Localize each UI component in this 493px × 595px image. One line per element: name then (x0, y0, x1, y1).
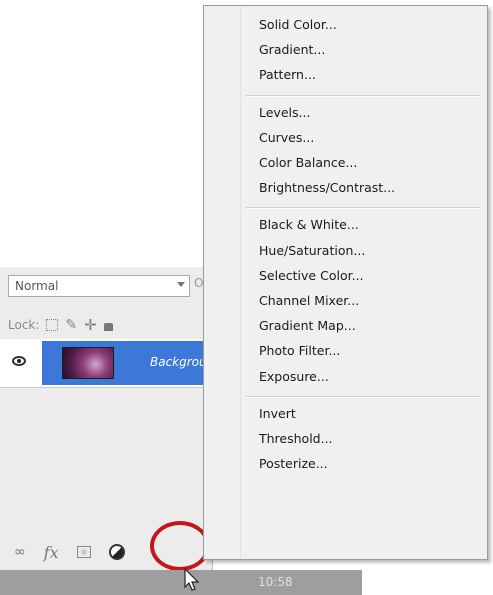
menu-item-brightness-contrast[interactable]: Brightness/Contrast... (259, 179, 395, 197)
menu-item-hue-saturation[interactable]: Hue/Saturation... (259, 242, 365, 260)
layer-row-background[interactable]: Background (0, 339, 222, 388)
layer-mask-icon[interactable] (76, 546, 91, 558)
lock-row: Lock: ✎ ✛ (8, 315, 113, 335)
adjustment-layer-icon[interactable] (108, 544, 125, 560)
adjustment-layer-menu: Solid Color... Gradient... Pattern... Level… (203, 5, 488, 560)
menu-item-channel-mixer[interactable]: Channel Mixer... (259, 292, 359, 310)
menu-item-invert[interactable]: Invert (259, 405, 296, 423)
status-bar: 10:58 (0, 570, 362, 595)
status-time: 10:58 (258, 575, 293, 589)
highlight-ring (150, 521, 210, 571)
lock-position-icon[interactable]: ✛ (84, 316, 97, 334)
eye-icon[interactable] (12, 356, 26, 366)
lock-label: Lock: (8, 318, 40, 332)
chevron-down-icon (177, 282, 185, 287)
menu-item-solid-color[interactable]: Solid Color... (259, 16, 337, 34)
menu-item-levels[interactable]: Levels... (259, 104, 310, 122)
menu-item-threshold[interactable]: Threshold... (259, 430, 333, 448)
mouse-cursor-icon (184, 568, 200, 591)
fx-icon[interactable]: fx (44, 543, 59, 562)
menu-item-gradient[interactable]: Gradient... (259, 41, 325, 59)
blend-mode-select[interactable]: Normal (8, 275, 190, 297)
lock-all-icon[interactable] (103, 322, 113, 331)
lock-pixels-icon[interactable]: ✎ (65, 317, 77, 333)
menu-item-color-balance[interactable]: Color Balance... (259, 154, 357, 172)
menu-item-selective-color[interactable]: Selective Color... (259, 267, 364, 285)
menu-item-exposure[interactable]: Exposure... (259, 368, 329, 386)
menu-separator (246, 207, 480, 210)
menu-separator (246, 94, 480, 97)
menu-separator (246, 395, 480, 398)
lock-transparent-icon[interactable] (46, 319, 59, 331)
menu-item-gradient-map[interactable]: Gradient Map... (259, 317, 356, 335)
menu-item-posterize[interactable]: Posterize... (259, 455, 328, 473)
menu-item-black-and-white[interactable]: Black & White... (259, 216, 359, 234)
layer-selection-highlight: Background (42, 341, 222, 385)
menu-gutter (204, 6, 241, 559)
menu-item-curves[interactable]: Curves... (259, 129, 314, 147)
layer-thumbnail (62, 347, 114, 379)
menu-item-pattern[interactable]: Pattern... (259, 66, 316, 84)
link-icon[interactable]: ∞ (14, 544, 26, 560)
menu-item-photo-filter[interactable]: Photo Filter... (259, 342, 340, 360)
blend-mode-value: Normal (15, 279, 59, 293)
